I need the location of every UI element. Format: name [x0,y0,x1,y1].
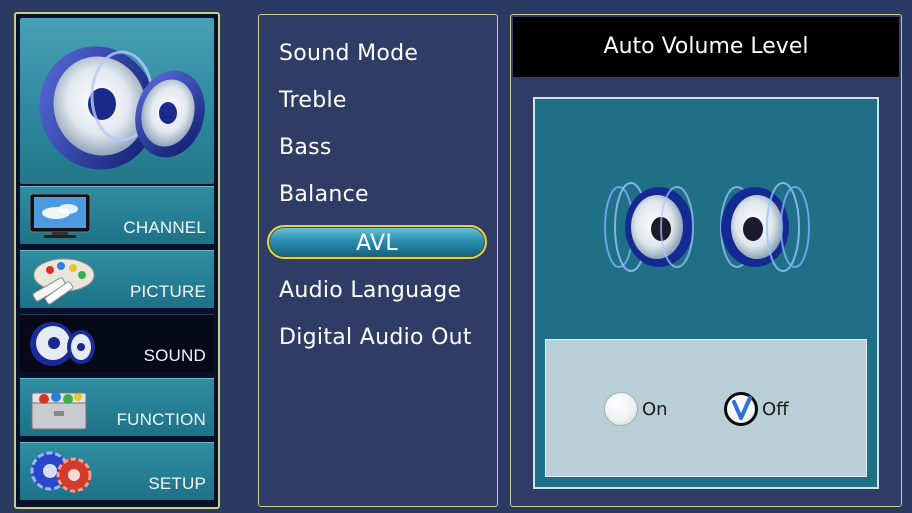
menu-item-sound-mode[interactable]: Sound Mode [279,41,418,66]
paint-palette-icon [32,258,95,305]
radio-button-checked[interactable] [724,392,758,426]
gears-icon [30,451,92,493]
category-label: SOUND [143,346,206,365]
avl-preview: On Off [533,97,879,489]
tv-icon [29,193,91,238]
option-off-label: Off [762,398,789,420]
detail-panel: Auto Volume Level On Off [510,14,902,507]
radio-button-unchecked[interactable] [604,392,638,426]
menu-item-treble[interactable]: Treble [279,88,347,113]
option-on[interactable]: On [604,392,668,426]
twin-speakers-icon [604,182,810,272]
option-on-label: On [642,398,668,420]
category-picture[interactable]: PICTURE [20,250,214,308]
detail-title: Auto Volume Level [513,17,899,77]
category-label: SETUP [148,474,206,493]
menu-item-digital-audio-out[interactable]: Digital Audio Out [279,325,472,350]
avl-options: On Off [545,339,867,477]
checkmark-icon [732,396,752,420]
category-label: FUNCTION [116,410,206,429]
sound-hero-image [20,18,214,184]
category-sound[interactable]: SOUND [20,314,214,372]
sound-menu-panel: Sound Mode Treble Bass Balance AVL Audio… [258,14,498,507]
option-off[interactable]: Off [724,392,789,426]
menu-item-balance[interactable]: Balance [279,182,369,207]
category-label: CHANNEL [123,218,206,237]
category-setup[interactable]: SETUP [20,442,214,500]
category-function[interactable]: FUNCTION [20,378,214,436]
toolbox-icon [31,392,87,430]
menu-item-bass[interactable]: Bass [279,135,332,160]
speaker-hero-icon [39,46,205,170]
speaker-icon [30,322,95,366]
category-label: PICTURE [129,282,206,301]
menu-item-audio-language[interactable]: Audio Language [279,278,461,303]
category-channel[interactable]: CHANNEL [20,186,214,244]
menu-item-avl[interactable]: AVL [267,225,487,259]
category-panel: CHANNEL PICTURE SOUND FUNCTION SETUP [14,12,220,509]
